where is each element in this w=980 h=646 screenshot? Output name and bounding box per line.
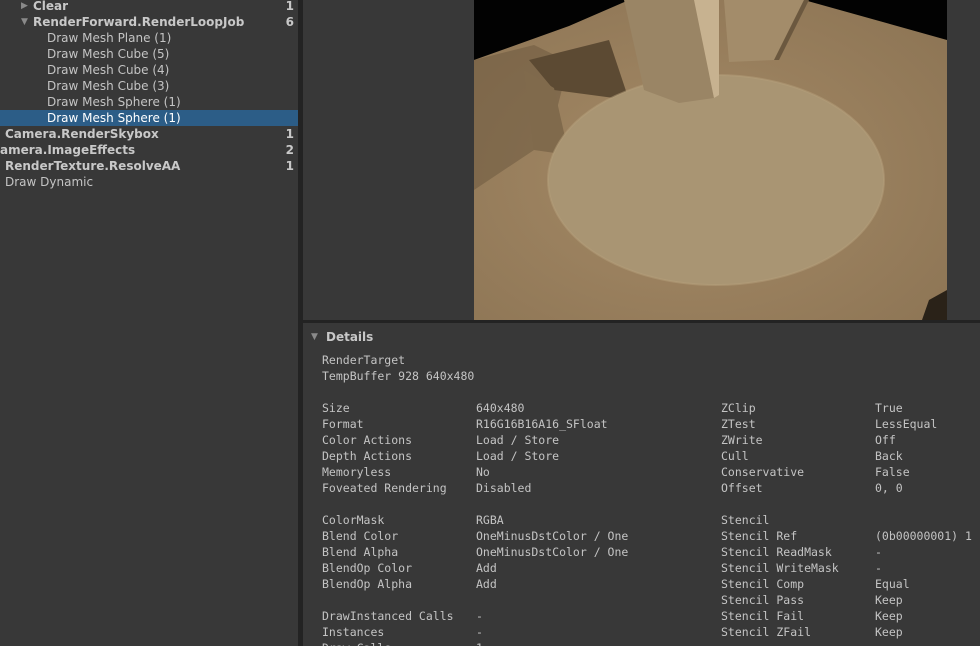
property-name: Stencil ReadMask xyxy=(721,545,832,559)
game-view-preview xyxy=(303,0,980,320)
property-value: - xyxy=(875,545,882,559)
property-name: Draw Calls xyxy=(322,640,391,646)
property-value: 0, 0 xyxy=(875,481,903,495)
property-value: False xyxy=(875,465,910,479)
property-name: Stencil xyxy=(721,513,770,527)
render-target-value: TempBuffer 928 640x480 xyxy=(322,369,475,383)
render-preview-image xyxy=(474,0,947,320)
details-foldout[interactable]: ▼ Details xyxy=(303,327,980,347)
tree-row-label: Draw Mesh Cube (5) xyxy=(47,47,170,61)
triangle-right-icon[interactable]: ▶ xyxy=(21,0,28,14)
property-value: Add xyxy=(476,561,497,575)
render-target-label: RenderTarget xyxy=(322,353,406,367)
tree-row-label: amera.ImageEffects xyxy=(0,143,136,157)
property-value: - xyxy=(875,561,882,575)
tree-row-label: Draw Dynamic xyxy=(5,175,94,189)
property-value: (0b00000001) 1 xyxy=(875,529,972,543)
property-value: OneMinusDstColor / One xyxy=(476,529,629,543)
tree-row[interactable]: Camera.RenderSkybox 1 xyxy=(0,126,298,142)
tree-row[interactable]: ▼ RenderForward.RenderLoopJob 6 xyxy=(0,14,298,30)
tree-row-label: Clear xyxy=(33,0,69,13)
property-name: Blend Color xyxy=(322,529,399,543)
triangle-down-icon[interactable]: ▼ xyxy=(21,14,28,30)
property-name: ZTest xyxy=(721,417,756,431)
property-value: - xyxy=(476,625,483,639)
property-value: 1 xyxy=(476,640,483,646)
property-name: ZClip xyxy=(721,401,756,415)
property-value: Load / Store xyxy=(476,449,560,463)
tree-row[interactable]: Draw Mesh Sphere (1) xyxy=(0,110,298,126)
property-value: Keep xyxy=(875,609,903,623)
property-name: Blend Alpha xyxy=(322,545,399,559)
property-value: Equal xyxy=(875,577,910,591)
property-name: Foveated Rendering xyxy=(322,481,447,495)
tree-row-count: 1 xyxy=(285,159,294,173)
property-value: No xyxy=(476,465,490,479)
triangle-down-icon: ▼ xyxy=(311,332,318,342)
property-value: Back xyxy=(875,449,903,463)
property-value: Keep xyxy=(875,625,903,639)
tree-row-count: 1 xyxy=(285,127,294,141)
tree-row[interactable]: Draw Dynamic xyxy=(0,174,298,190)
property-name: Offset xyxy=(721,481,763,495)
property-value: Disabled xyxy=(476,481,532,495)
scene-render xyxy=(474,0,947,320)
property-name: Depth Actions xyxy=(322,449,413,463)
tree-row-label: Draw Mesh Cube (3) xyxy=(47,79,170,93)
property-value: RGBA xyxy=(476,513,504,527)
tree-row-label: RenderForward.RenderLoopJob xyxy=(33,15,245,29)
tree-row-label: Draw Mesh Cube (4) xyxy=(47,63,170,77)
property-name: Stencil ZFail xyxy=(721,625,812,639)
property-value: - xyxy=(476,609,483,623)
property-value: OneMinusDstColor / One xyxy=(476,545,629,559)
tree-row[interactable]: ▶ Clear 1 xyxy=(0,0,298,14)
property-name: Stencil Ref xyxy=(721,529,798,543)
property-value: LessEqual xyxy=(875,417,938,431)
property-name: Color Actions xyxy=(322,433,413,447)
property-name: BlendOp Color xyxy=(322,561,413,575)
tree-row-label: RenderTexture.ResolveAA xyxy=(5,159,181,173)
tree-row-count: 1 xyxy=(285,0,294,13)
property-name: ColorMask xyxy=(322,513,385,527)
tree-row[interactable]: Draw Mesh Plane (1) xyxy=(0,30,298,46)
property-name: BlendOp Alpha xyxy=(322,577,413,591)
tree-row-count: 2 xyxy=(285,143,294,157)
property-name: Stencil Fail xyxy=(721,609,805,623)
property-name: Format xyxy=(322,417,364,431)
property-name: Conservative xyxy=(721,465,805,479)
tree-row-count: 6 xyxy=(285,15,294,29)
tree-row[interactable]: Draw Mesh Sphere (1) xyxy=(0,94,298,110)
property-name: Cull xyxy=(721,449,749,463)
tree-row[interactable]: Draw Mesh Cube (4) xyxy=(0,62,298,78)
property-name: Stencil Pass xyxy=(721,593,805,607)
tree-row[interactable]: Draw Mesh Cube (3) xyxy=(0,78,298,94)
property-value: Load / Store xyxy=(476,433,560,447)
tree-row-label: Draw Mesh Sphere (1) xyxy=(47,95,181,109)
property-value: R16G16B16A16_SFloat xyxy=(476,417,608,431)
details-panel: ▼ Details RenderTarget TempBuffer 928 64… xyxy=(303,323,980,646)
tree-row[interactable]: Draw Mesh Cube (5) xyxy=(0,46,298,62)
details-title: Details xyxy=(326,330,374,344)
tree-row-label: Camera.RenderSkybox xyxy=(5,127,159,141)
property-name: Memoryless xyxy=(322,465,392,479)
property-name: Stencil Comp xyxy=(721,577,805,591)
property-name: ZWrite xyxy=(721,433,763,447)
event-hierarchy: ▶ Clear 1 ▼ RenderForward.RenderLoopJob 6 Draw… xyxy=(0,0,298,646)
property-name: Instances xyxy=(322,625,385,639)
property-value: 640x480 xyxy=(476,401,525,415)
tree-row[interactable]: amera.ImageEffects 2 xyxy=(0,142,298,158)
tree-row-label: Draw Mesh Sphere (1) xyxy=(47,111,181,125)
property-name: Size xyxy=(322,401,350,415)
property-value: Keep xyxy=(875,593,903,607)
tree-row[interactable]: RenderTexture.ResolveAA 1 xyxy=(0,158,298,174)
property-name: DrawInstanced Calls xyxy=(322,609,454,623)
tree-row-label: Draw Mesh Plane (1) xyxy=(47,31,172,45)
property-name: Stencil WriteMask xyxy=(721,561,839,575)
property-value: Off xyxy=(875,433,896,447)
property-value: True xyxy=(875,401,903,415)
property-value: Add xyxy=(476,577,497,591)
